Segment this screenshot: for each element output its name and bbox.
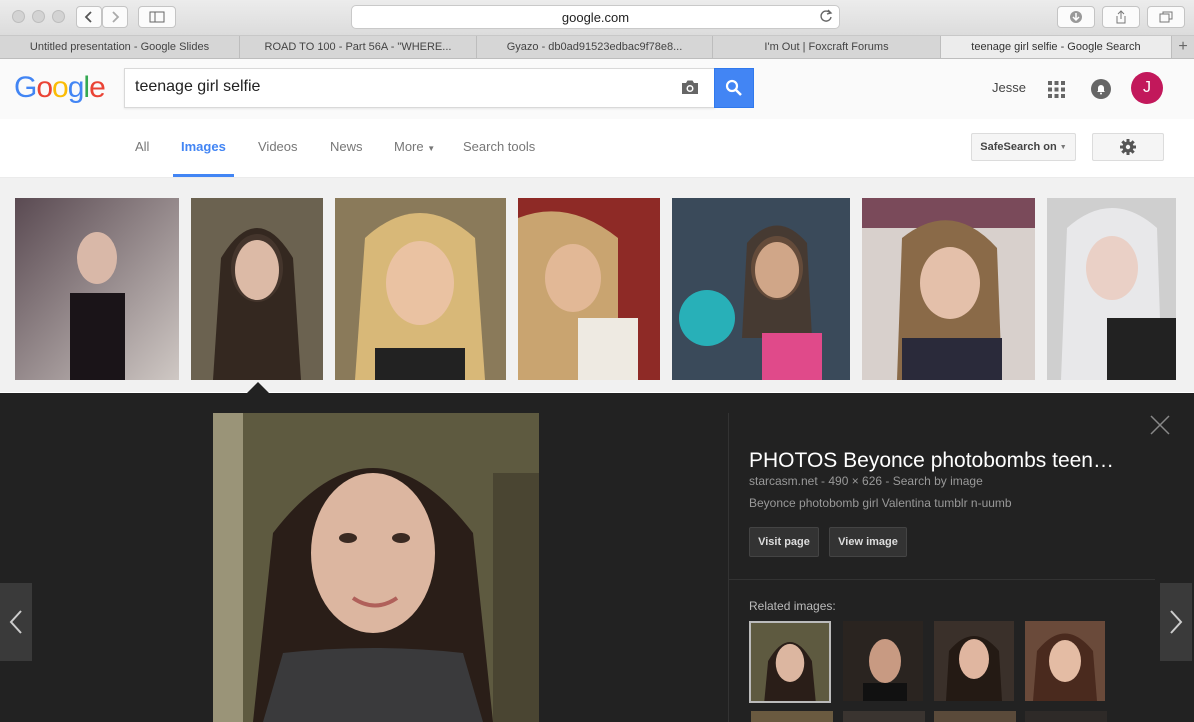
tab-images[interactable]: Images	[181, 139, 226, 154]
search-input[interactable]	[135, 78, 665, 96]
chevron-left-icon	[84, 11, 92, 23]
tab-more[interactable]: More ▼	[394, 139, 435, 154]
panel-divider	[728, 413, 729, 722]
tab-google-search[interactable]: teenage girl selfie - Google Search	[941, 36, 1172, 58]
search-button[interactable]	[714, 68, 754, 108]
next-image-button[interactable]	[1160, 583, 1192, 661]
related-image[interactable]	[843, 711, 925, 722]
tab-label: ROAD TO 100 - Part 56A - "WHERE...	[264, 41, 452, 53]
downloads-button[interactable]	[1057, 6, 1095, 28]
camera-icon[interactable]	[680, 79, 700, 96]
chevron-right-icon	[112, 11, 120, 23]
plus-icon: +	[1178, 38, 1188, 55]
related-image-selected[interactable]	[749, 621, 831, 703]
bell-icon	[1097, 85, 1105, 95]
tab-search-tools[interactable]: Search tools	[463, 139, 535, 154]
search-icon	[725, 79, 742, 96]
search-box	[124, 68, 715, 108]
active-tab-underline	[173, 174, 234, 177]
search-nav: All Images Videos News More ▼ Search too…	[0, 119, 1194, 178]
tab-road-to-100[interactable]: ROAD TO 100 - Part 56A - "WHERE...	[240, 36, 477, 58]
close-icon[interactable]	[1150, 415, 1170, 435]
tabs-overview-button[interactable]	[1147, 6, 1185, 28]
related-image[interactable]	[1025, 621, 1105, 701]
reload-icon[interactable]	[819, 9, 833, 23]
zoom-window-dot[interactable]	[52, 10, 65, 23]
caret-down-icon: ▼	[1059, 143, 1067, 151]
visit-page-label: Visit page	[758, 536, 810, 548]
logo-letter: g	[67, 71, 85, 104]
result-image[interactable]	[1047, 198, 1176, 380]
result-image[interactable]	[862, 198, 1035, 380]
notifications-button[interactable]	[1091, 79, 1111, 99]
image-preview-panel: PHOTOS Beyonce photobombs teen… starcasm…	[0, 393, 1194, 722]
apps-grid-icon[interactable]	[1048, 81, 1065, 98]
back-button[interactable]	[76, 6, 102, 28]
gear-icon	[1120, 139, 1136, 155]
result-image[interactable]	[518, 198, 660, 380]
tab-label: Gyazo - db0ad91523edbac9f78e8...	[506, 41, 683, 53]
avatar-letter: J	[1143, 79, 1151, 96]
related-image[interactable]	[843, 621, 923, 701]
tab-label: teenage girl selfie - Google Search	[971, 41, 1141, 53]
tab-videos[interactable]: Videos	[258, 139, 298, 154]
view-image-button[interactable]: View image	[829, 527, 907, 557]
tabs-icon	[1159, 11, 1173, 23]
download-icon	[1070, 11, 1082, 23]
sidebar-button[interactable]	[138, 6, 176, 28]
settings-button[interactable]	[1092, 133, 1164, 161]
tab-label: Untitled presentation - Google Slides	[29, 41, 210, 53]
tab-all[interactable]: All	[135, 139, 149, 154]
caret-down-icon: ▼	[427, 144, 436, 153]
visit-page-button[interactable]: Visit page	[749, 527, 819, 557]
logo-letter: e	[89, 71, 106, 104]
new-tab-button[interactable]: +	[1172, 36, 1194, 58]
google-logo[interactable]: Google	[14, 71, 106, 105]
selection-pointer	[247, 382, 269, 393]
browser-toolbar: google.com	[0, 0, 1194, 36]
tab-label: I'm Out | Foxcraft Forums	[764, 41, 889, 53]
panel-separator	[729, 579, 1155, 580]
safesearch-label: SafeSearch on	[980, 141, 1057, 153]
related-image[interactable]	[934, 621, 1014, 701]
avatar[interactable]: J	[1131, 72, 1163, 104]
forward-button[interactable]	[102, 6, 128, 28]
tab-news[interactable]: News	[330, 139, 363, 154]
result-image-selected[interactable]	[191, 198, 323, 380]
tab-more-label: More	[394, 139, 424, 154]
related-images-label: Related images:	[749, 599, 836, 613]
result-image[interactable]	[672, 198, 850, 380]
logo-letter: o	[36, 71, 53, 104]
chevron-right-icon	[1170, 610, 1183, 634]
sidebar-icon	[149, 11, 165, 23]
user-name[interactable]: Jesse	[992, 80, 1026, 95]
preview-meta: starcasm.net - 490 × 626 - Search by ima…	[749, 474, 983, 488]
tab-foxcraft[interactable]: I'm Out | Foxcraft Forums	[713, 36, 941, 58]
result-image[interactable]	[15, 198, 179, 380]
address-text: google.com	[561, 9, 630, 25]
preview-description: Beyonce photobomb girl Valentina tumblr …	[749, 496, 1012, 510]
google-header: Google Jesse J	[0, 59, 1194, 119]
related-image[interactable]	[751, 711, 833, 722]
result-image[interactable]	[335, 198, 506, 380]
previous-image-button[interactable]	[0, 583, 32, 661]
logo-letter: G	[14, 71, 37, 104]
tab-gyazo[interactable]: Gyazo - db0ad91523edbac9f78e8...	[477, 36, 713, 58]
logo-letter: o	[52, 71, 69, 104]
chevron-left-icon	[9, 610, 22, 634]
preview-title[interactable]: PHOTOS Beyonce photobombs teen…	[749, 449, 1114, 473]
address-bar[interactable]: google.com	[351, 5, 840, 29]
share-button[interactable]	[1102, 6, 1140, 28]
preview-image[interactable]	[213, 413, 539, 722]
image-results	[0, 178, 1194, 392]
related-image[interactable]	[934, 711, 1016, 722]
tab-bar: Untitled presentation - Google Slides RO…	[0, 36, 1194, 59]
share-icon	[1116, 10, 1126, 24]
close-window-dot[interactable]	[12, 10, 25, 23]
view-image-label: View image	[838, 536, 898, 548]
minimize-window-dot[interactable]	[32, 10, 45, 23]
safesearch-button[interactable]: SafeSearch on ▼	[971, 133, 1076, 161]
related-image[interactable]	[1025, 711, 1107, 722]
tab-slides[interactable]: Untitled presentation - Google Slides	[0, 36, 240, 58]
